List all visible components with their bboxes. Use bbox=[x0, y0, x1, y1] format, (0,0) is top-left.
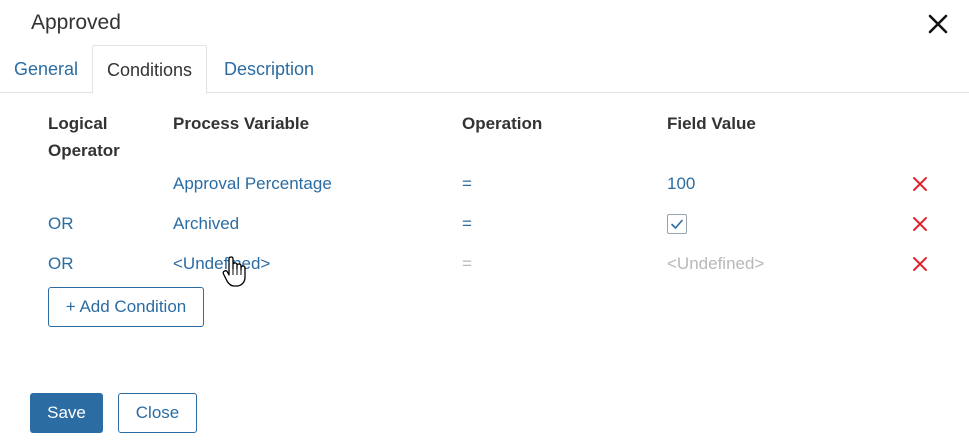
dialog-title: Approved bbox=[31, 11, 121, 34]
header-logical-operator-line2: Operator bbox=[48, 141, 120, 160]
header-logical-operator: Logical Operator bbox=[48, 110, 120, 164]
header-field-value: Field Value bbox=[667, 114, 756, 133]
row-logical-operator[interactable]: OR bbox=[48, 253, 74, 275]
delete-condition-icon[interactable] bbox=[912, 176, 928, 192]
header-operation: Operation bbox=[462, 114, 543, 133]
row-operation[interactable]: = bbox=[462, 253, 472, 275]
row-operation[interactable]: = bbox=[462, 173, 472, 195]
close-icon[interactable] bbox=[925, 11, 951, 37]
row-field-value[interactable]: 100 bbox=[667, 173, 695, 195]
field-value-checkbox[interactable] bbox=[667, 214, 687, 234]
row-process-variable[interactable]: Approval Percentage bbox=[173, 173, 332, 195]
tab-bar: General Conditions Description bbox=[0, 45, 969, 94]
delete-condition-icon[interactable] bbox=[912, 216, 928, 232]
close-button[interactable]: Close bbox=[118, 393, 197, 433]
header-process-variable: Process Variable bbox=[173, 114, 310, 133]
save-button[interactable]: Save bbox=[30, 393, 103, 433]
delete-condition-icon[interactable] bbox=[912, 256, 928, 272]
checkmark-icon bbox=[671, 219, 683, 229]
row-operation[interactable]: = bbox=[462, 213, 472, 235]
tab-conditions[interactable]: Conditions bbox=[92, 45, 208, 94]
row-process-variable[interactable]: Archived bbox=[173, 213, 239, 235]
tab-description[interactable]: Description bbox=[210, 45, 328, 93]
hand-cursor-icon bbox=[222, 256, 246, 287]
add-condition-button[interactable]: + Add Condition bbox=[48, 287, 204, 327]
tab-general[interactable]: General bbox=[0, 45, 92, 93]
row-logical-operator[interactable]: OR bbox=[48, 213, 74, 235]
row-field-value[interactable]: <Undefined> bbox=[667, 253, 764, 275]
header-logical-operator-line1: Logical bbox=[48, 114, 108, 133]
